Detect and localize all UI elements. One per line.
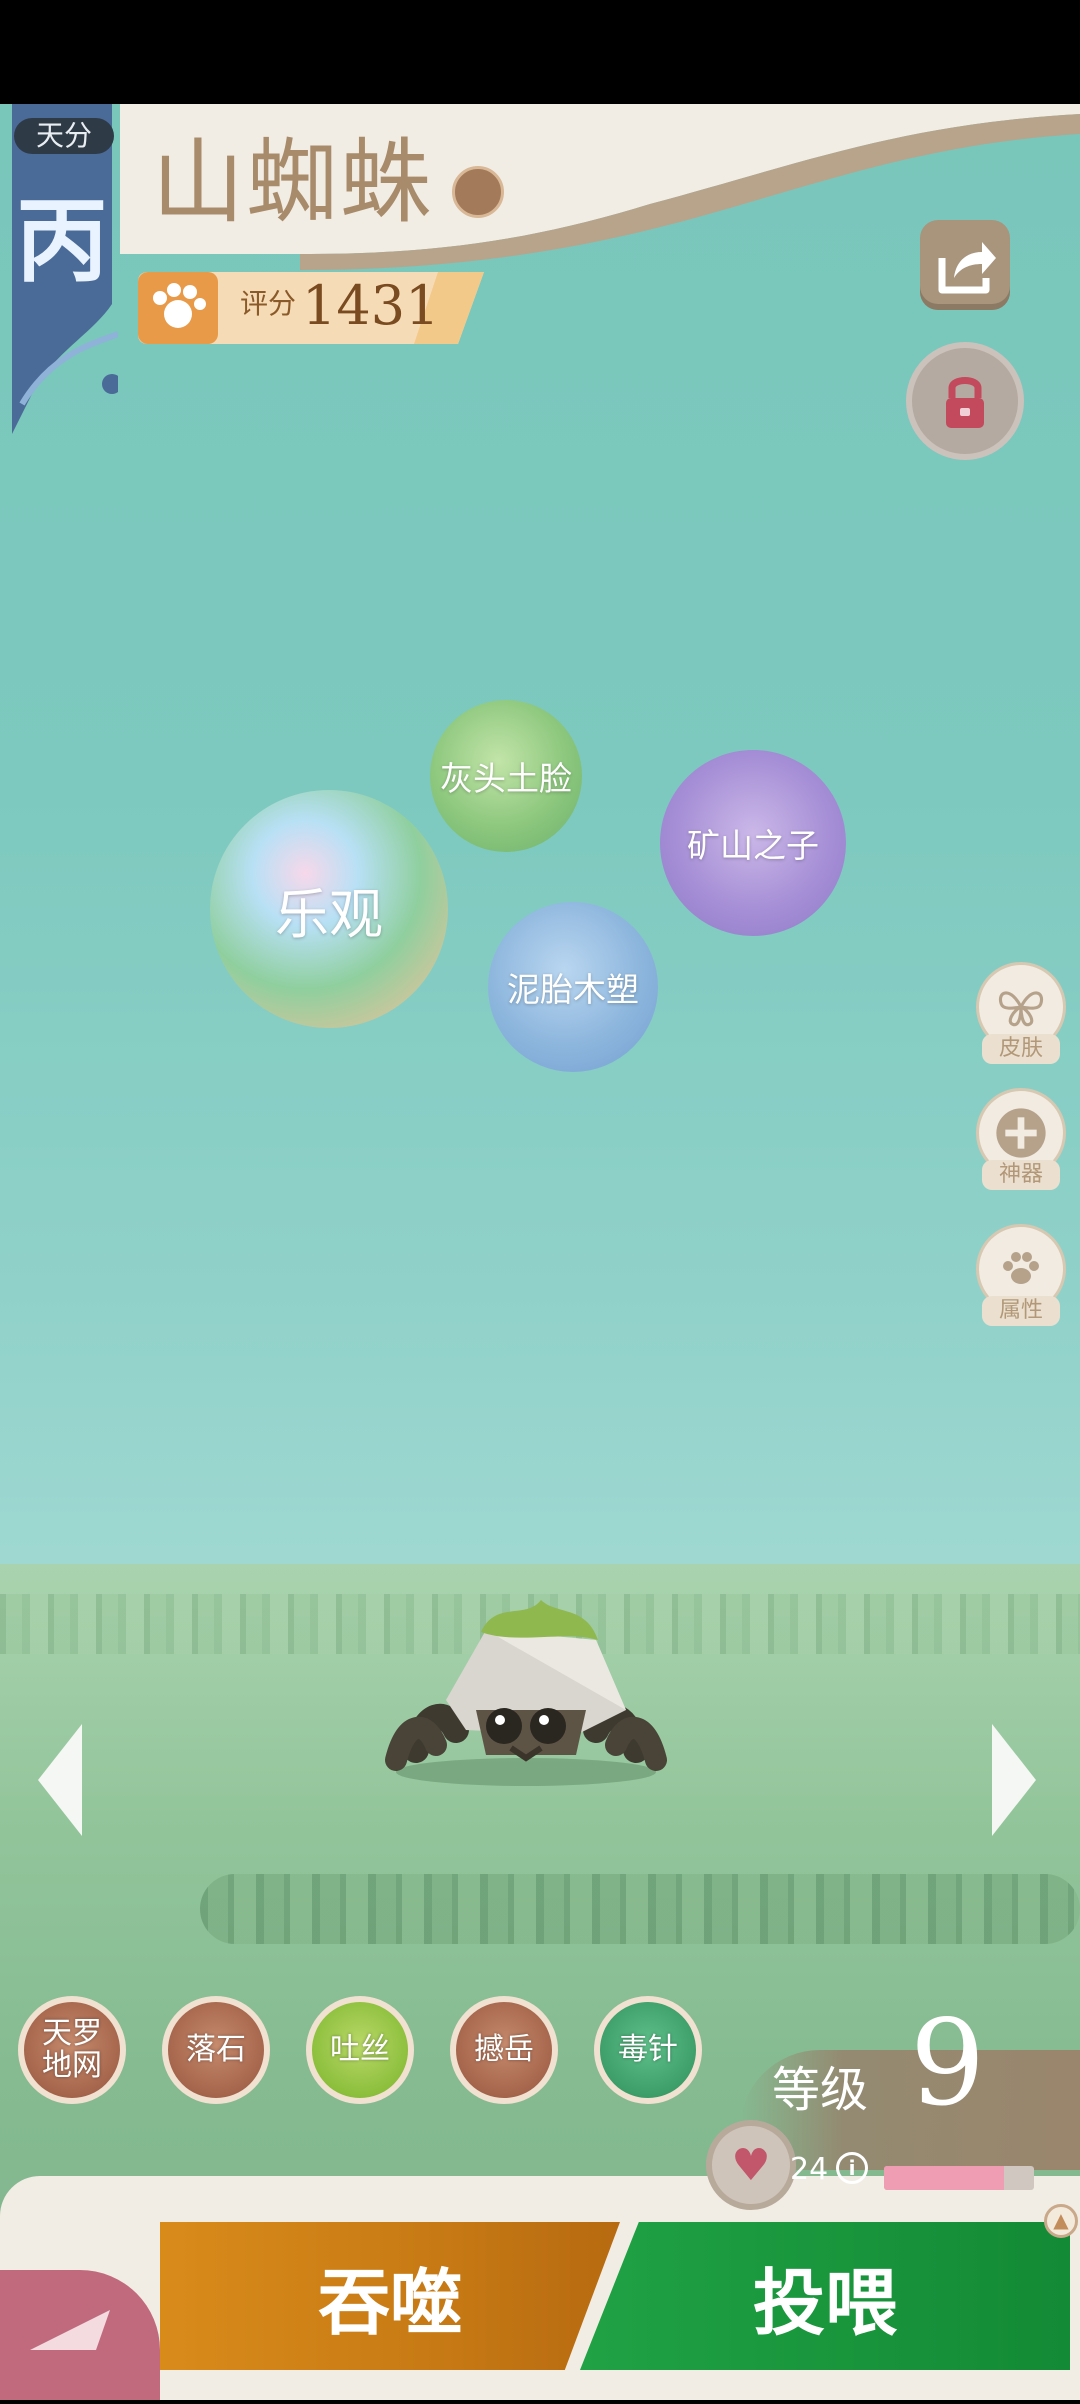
grass-decoration bbox=[200, 1874, 1080, 1944]
skill-button[interactable]: 毒针 bbox=[594, 1996, 702, 2104]
tier-label: 天分 bbox=[14, 118, 114, 154]
skin-label: 皮肤 bbox=[982, 1034, 1060, 1064]
score-label: 评分 bbox=[240, 287, 297, 320]
pet-name: 山蜘蛛 bbox=[152, 129, 435, 236]
skill-button[interactable]: 天罗 地网 bbox=[18, 1996, 126, 2104]
next-pet-arrow-icon[interactable] bbox=[992, 1724, 1036, 1836]
share-button[interactable] bbox=[920, 220, 1010, 310]
personality-bubble[interactable]: 泥胎木塑 bbox=[488, 902, 658, 1072]
pet-spider-image[interactable] bbox=[376, 1560, 676, 1790]
skill-button[interactable]: 落石 bbox=[162, 1996, 270, 2104]
attributes-button[interactable]: 属性 bbox=[976, 1224, 1066, 1326]
skill-button[interactable]: 吐丝 bbox=[306, 1996, 414, 2104]
level-label: 等级 bbox=[772, 2062, 869, 2118]
score-value: 1431 bbox=[302, 274, 440, 337]
upgrade-arrow-icon[interactable]: ▲ bbox=[1044, 2204, 1078, 2238]
status-bar bbox=[0, 0, 1080, 104]
heart-icon: ♥ bbox=[706, 2120, 796, 2210]
skill-button[interactable]: 撼岳 bbox=[450, 1996, 558, 2104]
feather-icon bbox=[30, 2310, 110, 2350]
bottom-corner-decoration bbox=[0, 2270, 160, 2400]
health-value: 24 bbox=[790, 2152, 829, 2187]
artifact-label: 神器 bbox=[982, 1160, 1060, 1190]
health-bar bbox=[884, 2166, 1034, 2190]
personality-bubble[interactable]: 灰头土脸 bbox=[430, 700, 582, 852]
tier-value: 丙 bbox=[15, 187, 108, 295]
personality-bubble[interactable]: 乐观 bbox=[210, 790, 448, 1028]
artifact-button[interactable]: 神器 bbox=[976, 1088, 1066, 1190]
feed-button[interactable]: 投喂 bbox=[580, 2222, 1070, 2370]
level-value: 9 bbox=[910, 1994, 986, 2132]
skin-button[interactable]: 皮肤 bbox=[976, 962, 1066, 1064]
share-icon bbox=[938, 242, 996, 294]
attributes-label: 属性 bbox=[982, 1296, 1060, 1326]
lock-button[interactable] bbox=[906, 342, 1024, 460]
health-bar-fill bbox=[884, 2166, 1004, 2190]
rank-badge-icon bbox=[452, 166, 504, 218]
devour-button[interactable]: 吞噬 bbox=[160, 2222, 620, 2370]
previous-pet-arrow-icon[interactable] bbox=[38, 1724, 82, 1836]
info-icon[interactable]: i bbox=[836, 2152, 868, 2184]
personality-bubble[interactable]: 矿山之子 bbox=[660, 750, 846, 936]
lock-icon bbox=[946, 377, 984, 428]
